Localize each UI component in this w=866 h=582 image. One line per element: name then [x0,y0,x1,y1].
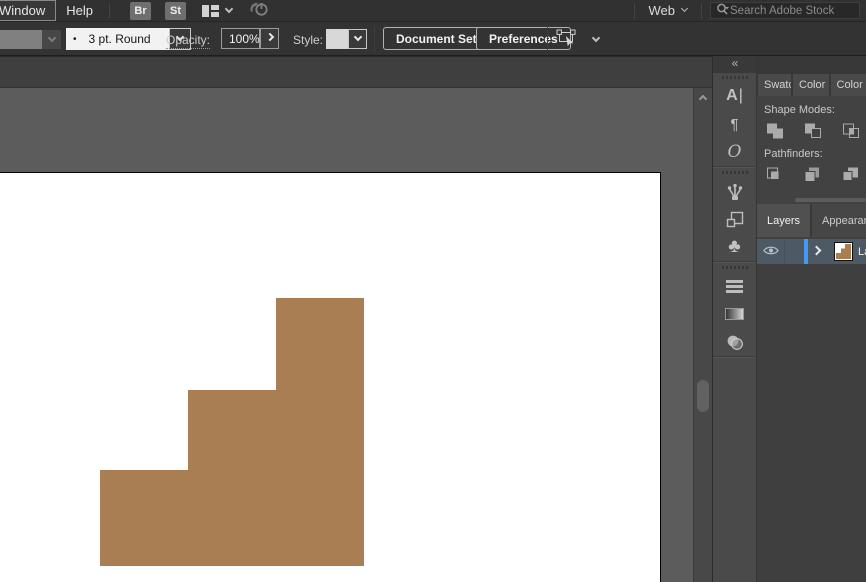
gradient-panel-icon[interactable] [713,300,756,328]
control-bar: • 3 pt. Round Opacity: 100% Style: Docum… [0,22,866,56]
character-panel-icon[interactable]: A| [713,82,756,110]
menu-help[interactable]: Help [56,1,103,20]
eye-icon[interactable] [763,243,779,261]
opacity-input[interactable]: 100% [221,28,260,49]
layer-row[interactable]: La [757,239,866,264]
pathfinders-label: Pathfinders: [764,148,866,160]
style-swatch[interactable] [326,29,348,49]
bridge-icon[interactable]: Br [130,2,151,20]
menubar: Window Help Br St Web [0,0,866,22]
search-input[interactable] [730,5,866,17]
canvas-area[interactable] [0,56,712,582]
dock-divider [713,356,756,358]
workspace-select[interactable]: Web [634,3,703,19]
brush-select[interactable]: • 3 pt. Round [66,28,169,50]
pathfinder-panel: Shape Modes: [757,96,866,204]
color-panel-tabs: Swatc Color Color [757,74,866,96]
illustrator-window: Window Help Br St Web [0,0,866,582]
visibility-cell[interactable] [757,239,785,264]
select-similar-icon[interactable] [555,29,581,50]
minus-front-icon[interactable] [802,121,824,141]
workspace-switcher-icon[interactable] [202,5,219,17]
chevron-right-icon [265,32,273,40]
shape-modes-row [764,121,866,141]
panel-column: Swatc Color Color Shape Modes: [756,56,866,582]
menu-window[interactable]: Window [0,0,56,21]
stroke-profile-swatch[interactable] [0,30,42,49]
artboard[interactable] [0,172,661,582]
paragraph-panel-icon[interactable]: ¶ [713,110,756,138]
brush-dot-icon: • [73,34,77,45]
chevron-down-icon[interactable] [592,34,600,42]
brushes-panel-icon[interactable] [713,177,756,205]
opacity-label[interactable]: Opacity: [166,33,210,49]
panel-group-header[interactable] [757,56,866,74]
dock-grip[interactable] [713,263,756,272]
workspace-value: Web [649,3,676,18]
opacity-stepper-button[interactable] [260,28,279,49]
brush-value: 3 pt. Round [89,32,151,46]
menubar-right-group: Web [634,0,866,21]
style-dropdown-button[interactable] [348,29,367,49]
style-label: Style: [293,33,323,47]
symbols-panel-icon[interactable]: ♣ [713,233,756,261]
layers-panel-body[interactable] [757,264,866,582]
tab-layers[interactable]: Layers [757,204,810,237]
layers-panel-tabs: Layers Appearance [757,204,866,237]
panel-dock-strip: « A| ¶ O ♣ [712,56,756,582]
dock-grip[interactable] [713,168,756,177]
scroll-up-icon[interactable] [699,95,707,103]
stroke-profile-dropdown[interactable] [42,30,61,49]
horizontal-scrollbar-thumb[interactable] [795,198,866,202]
document-tab-bar [0,56,712,88]
stroke-panel-icon[interactable] [713,272,756,300]
opentype-panel-icon[interactable]: O [713,138,756,166]
chevron-down-icon [47,33,55,41]
chevron-down-icon [681,5,688,12]
tab-color[interactable]: Color [793,74,829,96]
unite-icon[interactable] [764,121,786,141]
layer-thumbnail[interactable] [834,242,853,261]
layer-name[interactable]: La [858,246,866,258]
expand-layer-icon[interactable] [812,246,822,256]
controlbar-divider [547,26,548,52]
touch-workspace-icon[interactable] [248,0,270,21]
vertical-scrollbar[interactable] [693,88,712,582]
stock-icon[interactable]: St [165,2,186,20]
scrollbar-thumb[interactable] [697,380,709,412]
staircase-polygon[interactable] [100,298,364,566]
intersect-icon[interactable] [840,121,862,141]
artboards-panel-icon[interactable] [713,205,756,233]
collapse-dock-button[interactable]: « [713,56,756,73]
tab-swatches[interactable]: Swatc [758,74,791,96]
merge-icon[interactable] [840,165,862,185]
pathfinders-row [764,165,866,185]
chevron-down-icon[interactable] [225,4,233,12]
dock-grip[interactable] [713,73,756,82]
chevron-down-icon [353,33,361,41]
staircase-shape[interactable] [100,298,364,566]
trim-icon[interactable] [802,165,824,185]
stock-search[interactable] [710,2,860,19]
tab-color-guide[interactable]: Color [831,74,866,96]
layer-selection-bar [804,239,808,264]
transparency-panel-icon[interactable] [713,328,756,356]
divide-icon[interactable] [764,165,786,185]
menubar-divider [109,4,110,18]
shape-modes-label: Shape Modes: [764,104,866,116]
controlbar-divider [374,26,375,52]
search-icon [716,3,730,19]
tab-appearance[interactable]: Appearance [812,204,866,237]
